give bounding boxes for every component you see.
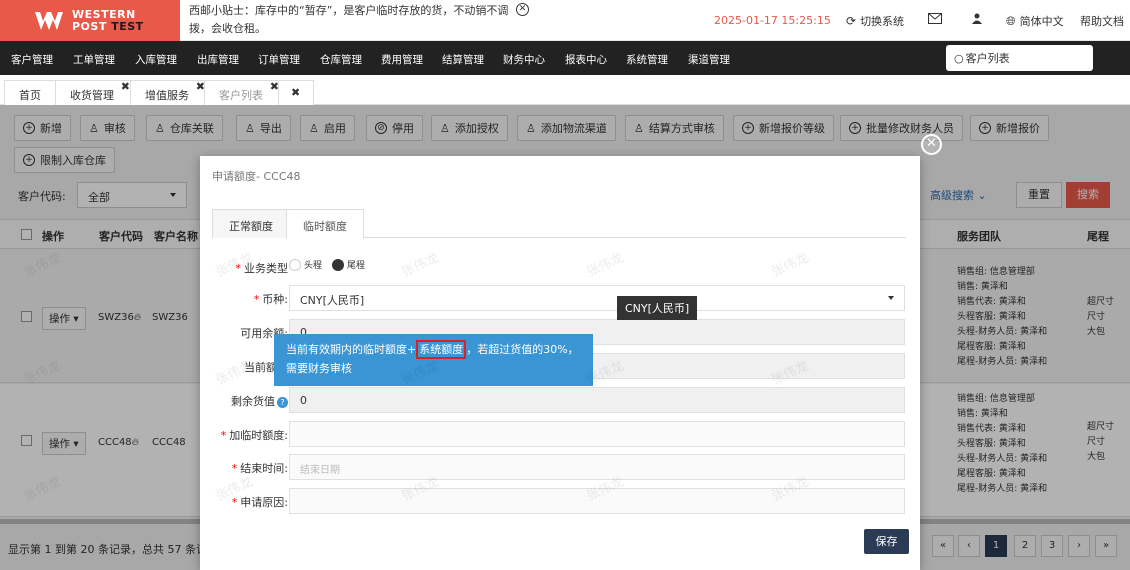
quota-info-tooltip: 当前有效期内的临时额度+ 系统额度 ，若超过货值的30%，需要财务审核 (274, 334, 593, 386)
end-date-input[interactable]: 结束日期 (289, 454, 905, 480)
nav-item-fee[interactable]: 费用管理 (381, 52, 423, 67)
required-mark: * (253, 293, 260, 306)
mail-icon[interactable] (928, 13, 942, 24)
nav-item-inbound[interactable]: 入库管理 (135, 52, 177, 67)
nav-search-input[interactable]: ○ 客户列表 (946, 45, 1093, 71)
logo-line2-b: TEST (111, 19, 144, 33)
required-mark: * (231, 496, 238, 509)
help-link[interactable]: 帮助文档 (1080, 13, 1124, 29)
nav-item-warehouse[interactable]: 仓库管理 (320, 52, 362, 67)
tooltip-highlight: 系统额度 (416, 340, 467, 359)
nav-item-system[interactable]: 系统管理 (626, 52, 668, 67)
close-icon: ✖ (291, 86, 301, 99)
tab-home[interactable]: 首页 (4, 80, 56, 105)
radio-headhaul[interactable]: 头程 (289, 258, 332, 271)
globe-icon: 🌐︎ (1006, 13, 1016, 28)
currency-label: 币种: (262, 293, 288, 306)
nav-item-channel[interactable]: 渠道管理 (688, 52, 730, 67)
tab-home-label: 首页 (19, 89, 41, 102)
tab-value-added-label: 增值服务 (145, 89, 189, 102)
switch-system-button[interactable]: ⟳ 切换系统 (846, 13, 904, 29)
business-type-label: 业务类型 (244, 262, 288, 275)
help-icon[interactable]: ? (277, 397, 288, 408)
datetime: 2025-01-17 15:25:15 (714, 14, 831, 27)
refresh-icon: ⟳ (846, 14, 857, 28)
logo-icon (34, 10, 64, 32)
tab-normal-quota[interactable]: 正常额度 (212, 209, 290, 238)
remaining-field: 0 (289, 387, 905, 413)
tab-temp-quota[interactable]: 临时额度 (286, 209, 364, 239)
user-icon[interactable] (972, 13, 982, 24)
end-time-label-wrap: * 结束时间: (232, 460, 288, 476)
nav-item-finance[interactable]: 财务中心 (503, 52, 545, 67)
add-temp-label-wrap: * 加临时额度: (221, 427, 288, 443)
close-all-tabs-button[interactable]: ✖ (278, 80, 314, 105)
currency-select[interactable]: CNY[人民币] (289, 285, 905, 311)
radio-headhaul-label: 头程 (304, 261, 323, 271)
required-mark: * (231, 462, 238, 475)
business-type-radios: 头程 尾程 (289, 258, 365, 271)
required-mark: * (235, 262, 242, 275)
remaining-label: 剩余货值 (231, 395, 275, 408)
radio-lastmile[interactable]: 尾程 (332, 258, 365, 271)
tooltip-text-a: 当前有效期内的临时额度+ (286, 343, 417, 356)
language-label: 简体中文 (1019, 15, 1064, 28)
nav-item-order[interactable]: 订单管理 (258, 52, 300, 67)
reason-label: 申请原因: (240, 496, 288, 509)
currency-tooltip: CNY[人民币] (617, 296, 698, 320)
logo-line2-a: POST (72, 19, 107, 33)
main-nav: 客户管理 工单管理 入库管理 出库管理 订单管理 仓库管理 费用管理 结算管理 … (0, 41, 1130, 75)
tip-close-icon[interactable]: ✕ (516, 3, 529, 16)
chevron-down-icon (888, 296, 894, 300)
tab-value-added[interactable]: 增值服务 ✖ (130, 80, 208, 105)
business-type-label-wrap: * 业务类型 (236, 260, 289, 276)
tip-text: 西邮小贴士：库存中的“暂存”，是客户临时存放的货，不动销不调拨，会收仓租。 (189, 4, 509, 35)
radio-circle-icon (289, 258, 301, 271)
reason-label-wrap: * 申请原因: (232, 494, 288, 510)
modal-title: 申请额度- CCC48 (212, 170, 301, 183)
search-icon: ○ (954, 51, 964, 65)
nav-item-workorder[interactable]: 工单管理 (73, 52, 115, 67)
close-icon[interactable]: ✖ (121, 80, 130, 93)
nav-item-report[interactable]: 报表中心 (565, 52, 607, 67)
tab-customer-list[interactable]: 客户列表 ✖ (204, 80, 282, 105)
radio-lastmile-label: 尾程 (347, 261, 366, 271)
tab-receiving[interactable]: 收货管理 ✖ (55, 80, 133, 105)
top-header: WESTERN POST TEST 西邮小贴士：库存中的“暂存”，是客户临时存放… (0, 0, 1130, 41)
end-time-label: 结束时间: (240, 462, 288, 475)
remaining-label-wrap: 剩余货值? (231, 393, 288, 409)
radio-selected-icon (332, 258, 345, 271)
language-button[interactable]: 🌐︎ 简体中文 (1006, 13, 1064, 29)
currency-label-wrap: * 币种: (254, 291, 288, 307)
add-temp-label: 加临时额度: (229, 429, 288, 442)
currency-value: CNY[人民币] (300, 294, 365, 307)
reason-input[interactable] (289, 488, 905, 514)
add-temp-input[interactable] (289, 421, 905, 447)
switch-system-label: 切换系统 (860, 15, 905, 28)
page-tabs: 首页 收货管理 ✖ 增值服务 ✖ 客户列表 ✖ ✖ (0, 75, 1130, 105)
nav-item-customer[interactable]: 客户管理 (11, 52, 53, 67)
required-mark: * (220, 429, 227, 442)
nav-item-outbound[interactable]: 出库管理 (197, 52, 239, 67)
modal-tabs: 正常额度 临时额度 (212, 209, 906, 239)
tab-receiving-label: 收货管理 (70, 89, 114, 102)
save-button[interactable]: 保存 (864, 529, 909, 554)
nav-item-settlement[interactable]: 结算管理 (442, 52, 484, 67)
search-value: 客户列表 (965, 52, 1010, 65)
tab-customer-list-label: 客户列表 (219, 89, 263, 102)
logo[interactable]: WESTERN POST TEST (0, 0, 180, 41)
modal-close-icon[interactable]: ✕ (921, 134, 942, 155)
